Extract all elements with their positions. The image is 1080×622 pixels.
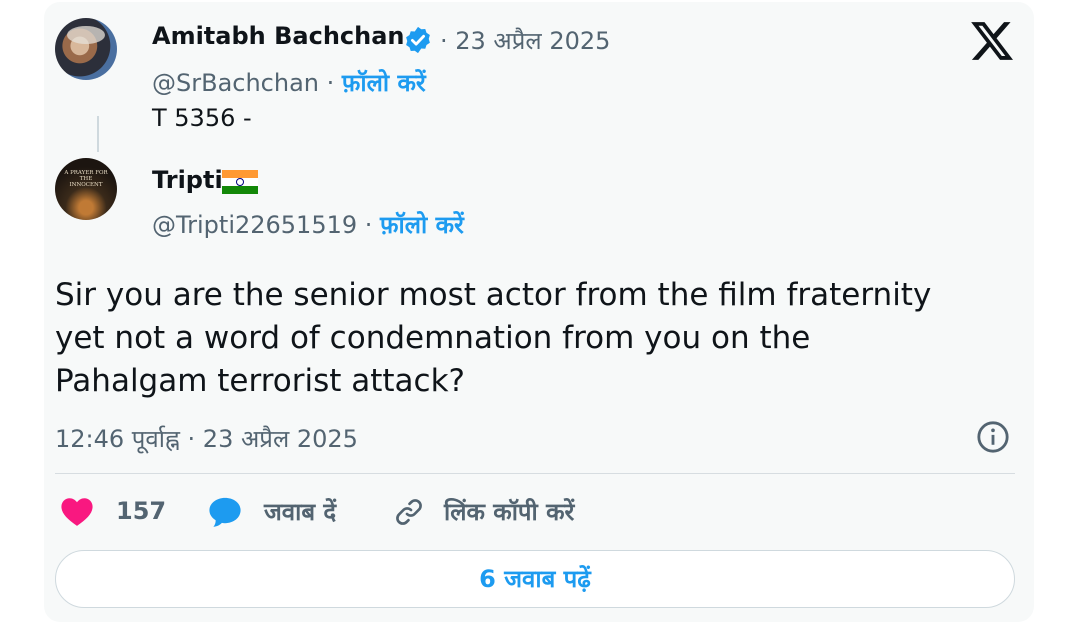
original-tweet-text: T 5356 - xyxy=(152,104,252,132)
tweet-date[interactable]: · 23 अप्रैल 2025 xyxy=(440,24,610,57)
separator: · xyxy=(319,69,342,97)
reply-bubble-icon xyxy=(209,497,241,527)
reply-follow-button[interactable]: फ़ॉलो करें xyxy=(380,211,464,239)
reply-label: जवाब दें xyxy=(264,498,337,526)
reply-button[interactable]: जवाब दें xyxy=(208,495,336,528)
avatar-amitabh[interactable] xyxy=(55,18,117,80)
reply-author-name[interactable]: Tripti xyxy=(152,166,223,194)
info-icon[interactable] xyxy=(976,420,1010,454)
separator: · xyxy=(357,211,381,239)
reply-author-handle[interactable]: @Tripti22651519 xyxy=(152,211,357,239)
link-icon xyxy=(396,498,422,525)
avatar-tripti[interactable]: A PRAYER FOR THE INNOCENT xyxy=(55,158,117,220)
india-flag-icon xyxy=(222,170,258,194)
copy-link-label: लिंक कॉपी करें xyxy=(444,498,575,526)
avatar-caption: A PRAYER FOR THE INNOCENT xyxy=(64,170,108,188)
reply-text-line: Sir you are the senior most actor from t… xyxy=(55,277,932,313)
author-name[interactable]: Amitabh Bachchan xyxy=(152,22,405,50)
follow-button[interactable]: फ़ॉलो करें xyxy=(342,69,426,97)
heart-icon xyxy=(61,498,93,526)
reply-handle-row: @Tripti22651519 · फ़ॉलो करें xyxy=(152,208,464,241)
reply-timestamp[interactable]: 12:46 पूर्वाह्न · 23 अप्रैल 2025 xyxy=(55,422,358,455)
like-button[interactable]: 157 xyxy=(60,495,166,527)
read-replies-button[interactable]: 6 जवाब पढ़ें xyxy=(55,550,1015,608)
reply-text-line: Pahalgam terrorist attack? xyxy=(55,363,466,399)
x-logo-icon[interactable] xyxy=(970,20,1014,62)
like-count: 157 xyxy=(116,497,167,525)
author-handle[interactable]: @SrBachchan xyxy=(152,69,319,97)
handle-row: @SrBachchan · फ़ॉलो करें xyxy=(152,66,426,99)
reply-text-line: yet not a word of condemnation from you … xyxy=(55,320,811,356)
reply-tweet-text: Sir you are the senior most actor from t… xyxy=(55,274,1005,403)
verified-badge-icon xyxy=(406,26,430,54)
thread-connector xyxy=(97,116,99,152)
divider xyxy=(55,473,1015,474)
copy-link-button[interactable]: लिंक कॉपी करें xyxy=(392,495,574,528)
